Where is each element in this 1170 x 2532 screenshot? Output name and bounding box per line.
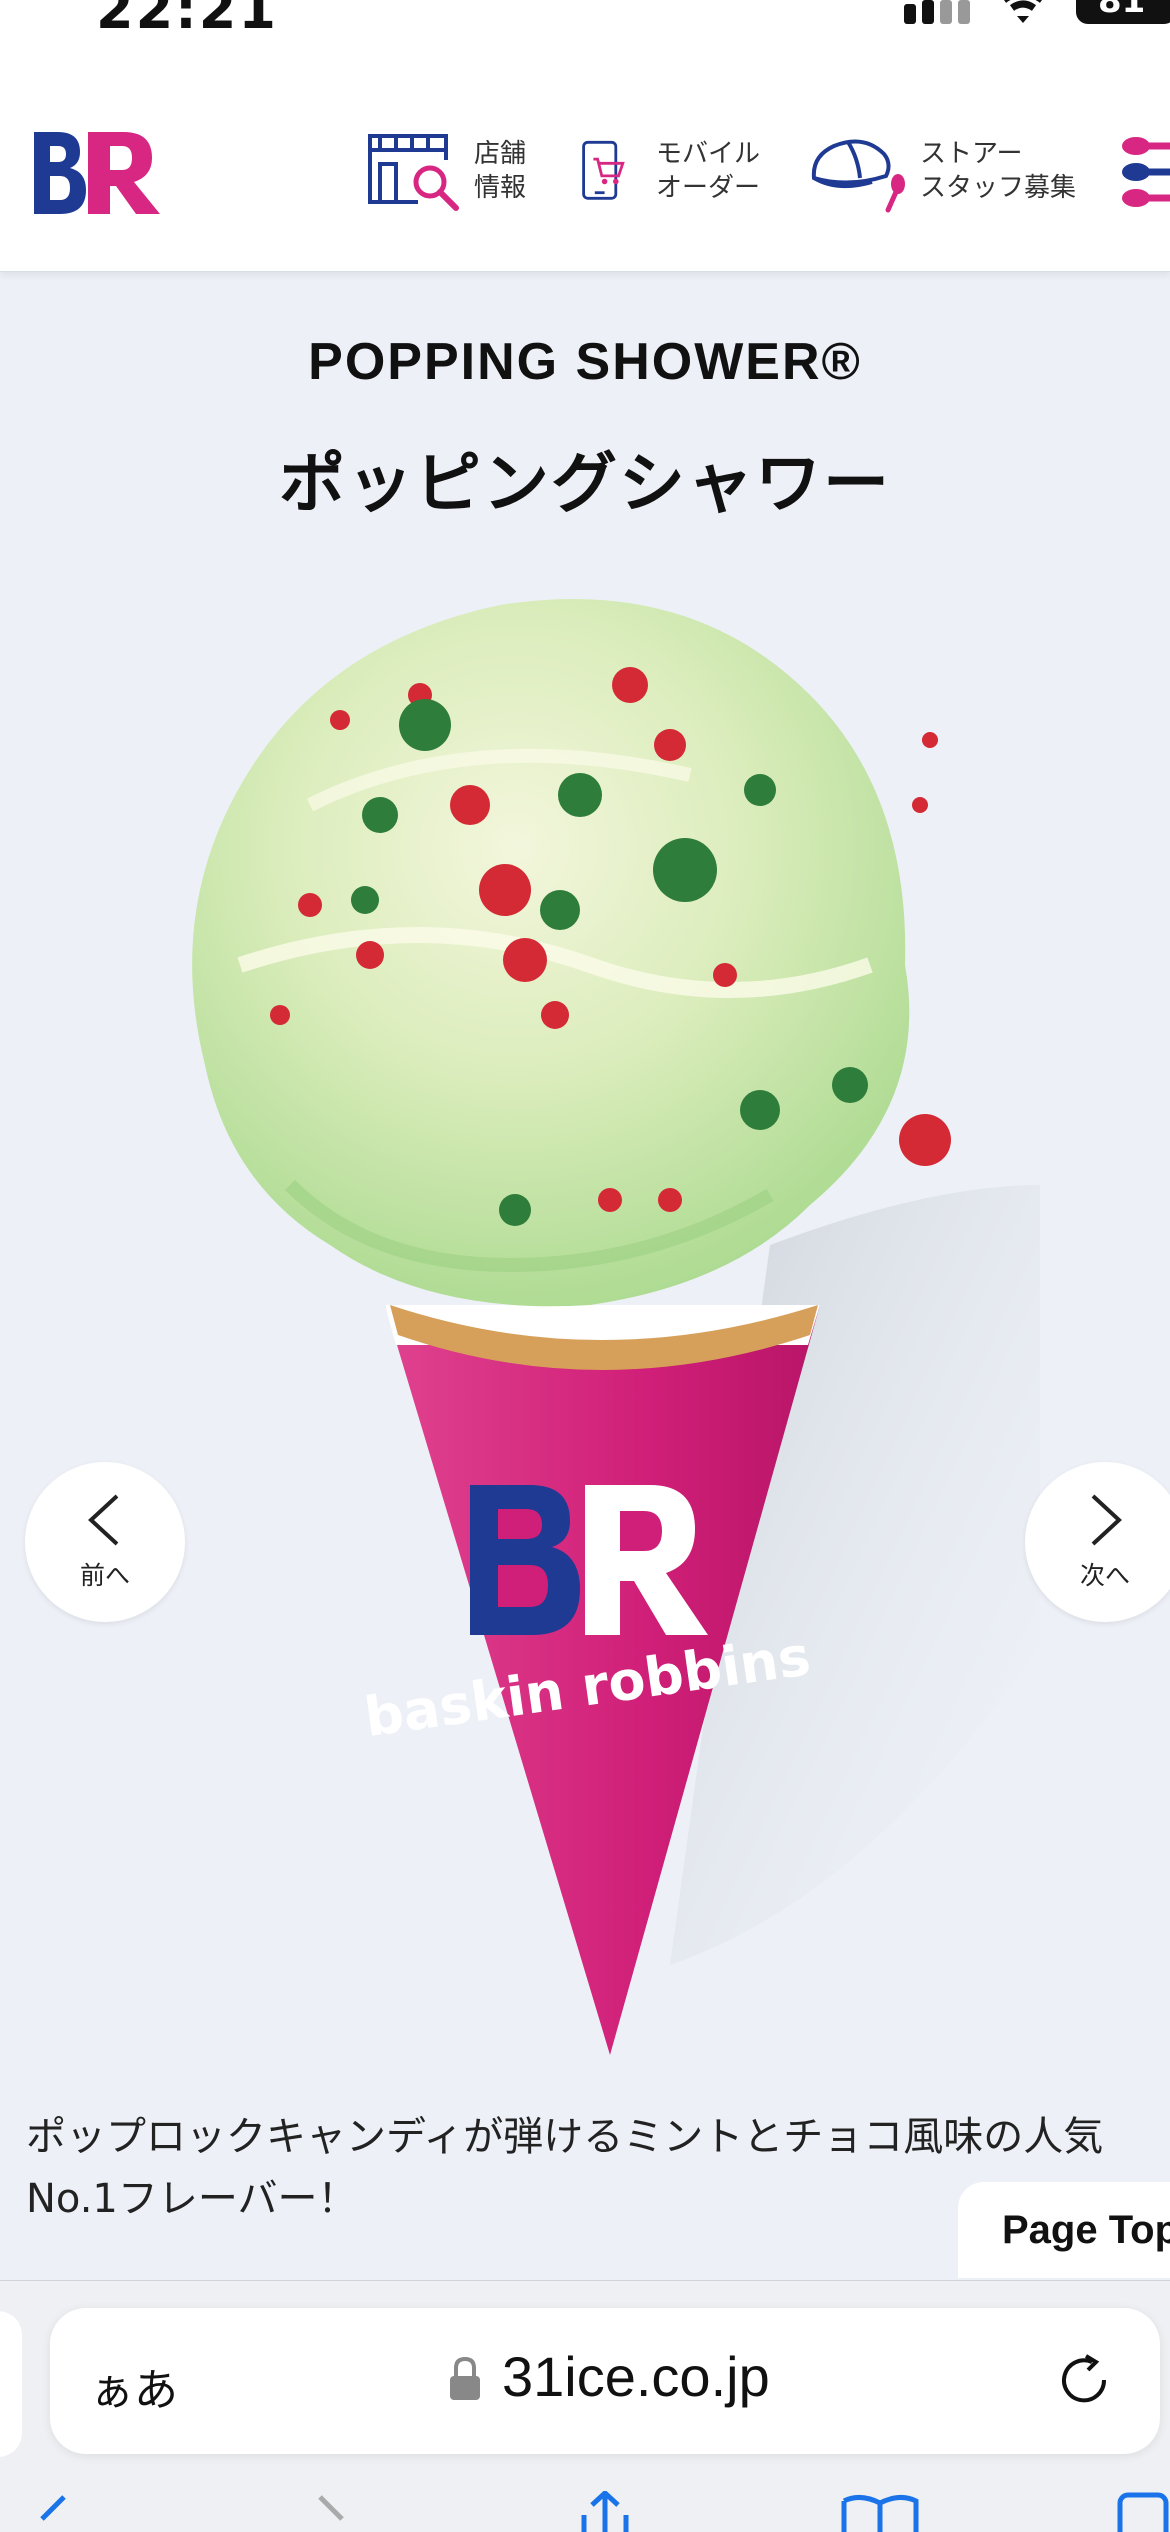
carousel-prev-label: 前へ (79, 1561, 130, 1590)
cellular-signal-icon (904, 0, 970, 24)
page: 22:21 81 店舗 情報 モバイル オーダー ストアー スタッフ募集 POP… (0, 0, 1170, 2532)
bookmarks-icon[interactable] (840, 2491, 920, 2532)
previous-tab-preview[interactable] (0, 2311, 22, 2457)
url-domain: 31ice.co.jp (502, 2345, 770, 2408)
carousel-next-button[interactable]: 次へ (1025, 1462, 1170, 1622)
mobile-cart-icon (582, 140, 625, 200)
page-top-button[interactable]: Page Top (958, 2182, 1170, 2278)
flavor-title-ja: ポッピングシャワー (279, 445, 891, 522)
chevron-left-icon (88, 1494, 119, 1546)
status-bar: 22:21 81 (0, 0, 1170, 60)
cap-spoon-icon (811, 139, 905, 213)
tabs-icon[interactable] (1116, 2491, 1170, 2532)
ice-cream-cone-image: baskin robbins (192, 599, 1040, 2055)
nav-staff-recruit[interactable]: ストアー スタッフ募集 (804, 126, 1076, 216)
share-icon[interactable] (570, 2491, 640, 2532)
browser-bottom-bar: ぁあ 31ice.co.jp (0, 2280, 1170, 2532)
br-logo[interactable] (28, 124, 168, 220)
back-arrow-icon[interactable] (30, 2491, 70, 2532)
store-search-icon (368, 134, 459, 211)
wifi-icon (1004, 0, 1042, 23)
flavor-title-en: POPPING SHOWER® (308, 333, 862, 391)
page-settings-button[interactable]: ぁあ (90, 2354, 178, 2418)
reload-icon[interactable] (1058, 2354, 1114, 2410)
carousel-next-label: 次へ (1079, 1561, 1130, 1590)
lock-icon (450, 2356, 480, 2400)
battery-indicator: 81 (1076, 0, 1170, 24)
address-bar[interactable]: ぁあ 31ice.co.jp (50, 2308, 1160, 2454)
nav-mobile-label: モバイル オーダー (656, 139, 761, 203)
nav-store-label: 店舗 情報 (474, 139, 527, 203)
spoons-menu-icon[interactable] (1120, 132, 1170, 212)
carousel-prev-button[interactable]: 前へ (25, 1462, 185, 1622)
forward-arrow-icon[interactable] (312, 2491, 352, 2532)
nav-mobile-order[interactable]: モバイル オーダー (578, 126, 760, 216)
nav-store-info[interactable]: 店舗 情報 (366, 126, 526, 216)
status-time: 22:21 (96, 0, 278, 41)
chevron-right-icon (1091, 1494, 1122, 1546)
browser-toolbar (0, 2491, 1170, 2532)
site-header: 店舗 情報 モバイル オーダー ストアー スタッフ募集 (0, 60, 1170, 272)
nav-staff-label: ストアー スタッフ募集 (920, 139, 1077, 203)
